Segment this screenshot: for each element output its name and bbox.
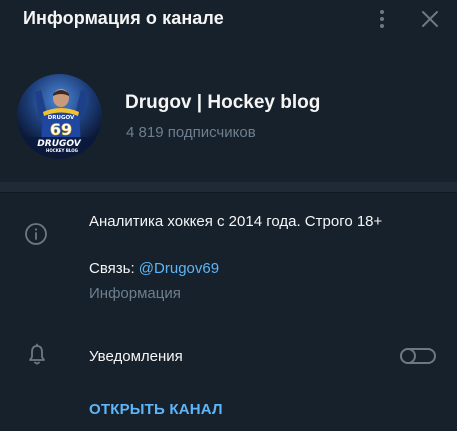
panel-title: Информация о канале (23, 8, 224, 28)
channel-description: Аналитика хоккея с 2014 года. Строго 18+ (89, 213, 383, 230)
more-options-button[interactable] (372, 7, 392, 31)
subscriber-count: 4 819 подписчиков (126, 124, 256, 141)
channel-avatar[interactable]: DRUGOV 69 DRUGOV HOCKEY BLOG (17, 74, 102, 159)
channel-profile: DRUGOV 69 DRUGOV HOCKEY BLOG Drugov | Ho… (0, 62, 457, 172)
panel-header: Информация о канале (0, 0, 457, 40)
logo-sub-text: HOCKEY BLOG (46, 148, 78, 153)
channel-name: Drugov | Hockey blog (125, 92, 321, 113)
contact-line: Связь: @Drugov69 (89, 260, 219, 277)
channel-info-panel: Информация о канале DRUGOV 69 DRUGOV HOC… (0, 0, 457, 431)
toggle-knob (400, 348, 416, 364)
info-caption: Информация (89, 285, 181, 302)
contact-link[interactable]: @Drugov69 (139, 260, 219, 277)
more-vertical-icon (380, 10, 384, 14)
contact-prefix: Связь: (89, 260, 139, 277)
open-channel-button[interactable]: ОТКРЫТЬ КАНАЛ (89, 401, 223, 418)
notifications-toggle[interactable] (400, 348, 436, 364)
jersey-number: 69 (50, 120, 72, 139)
bell-icon (29, 343, 45, 365)
info-icon (25, 223, 47, 245)
section-divider (0, 182, 457, 192)
close-icon[interactable] (419, 8, 441, 30)
avatar-image: DRUGOV 69 DRUGOV HOCKEY BLOG (17, 74, 102, 159)
notifications-label: Уведомления (89, 348, 183, 365)
